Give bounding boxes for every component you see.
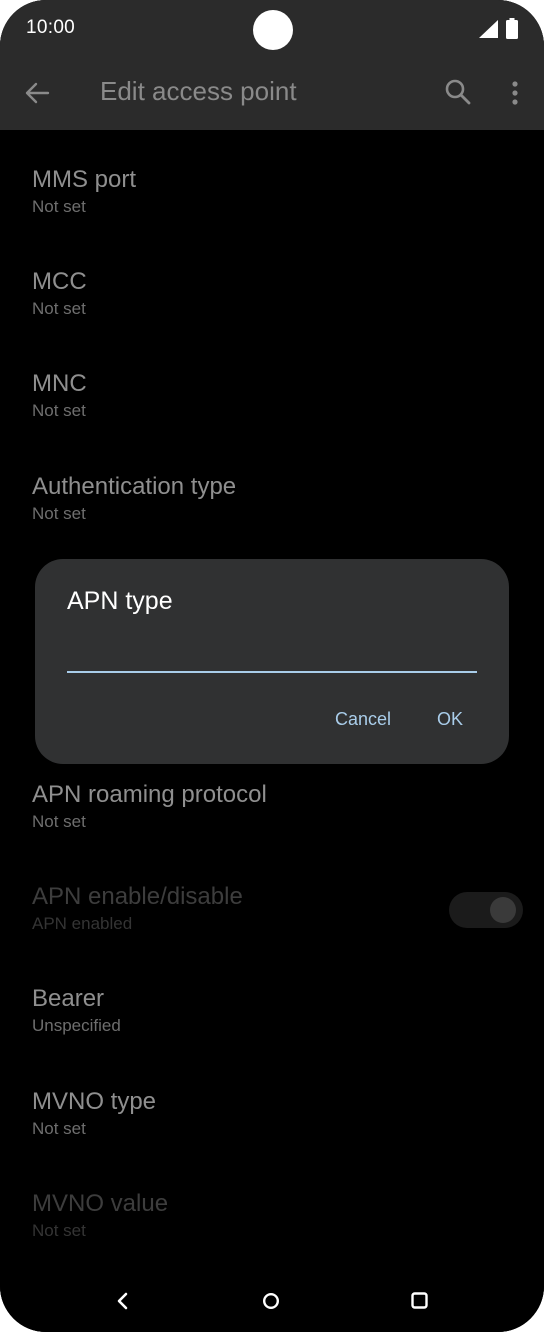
pref-apn-enable-disable[interactable]: APN enable/disable APN enabled <box>32 883 243 934</box>
search-icon[interactable] <box>444 78 472 106</box>
page-title: Edit access point <box>100 76 297 106</box>
pref-summary: APN enabled <box>32 914 133 933</box>
pref-title: APN roaming protocol <box>32 781 267 808</box>
navigation-bar <box>0 1270 544 1332</box>
pref-summary: Not set <box>32 1221 86 1240</box>
pref-mvno-type[interactable]: MVNO type Not set <box>32 1088 156 1139</box>
nav-back-icon[interactable] <box>115 1291 131 1311</box>
pref-mcc[interactable]: MCC Not set <box>32 268 87 319</box>
pref-mvno-value[interactable]: MVNO value Not set <box>32 1190 168 1241</box>
screen: 10:00 Edit access point MMS port Not set… <box>0 0 544 1332</box>
pref-summary: Not set <box>32 1119 86 1138</box>
phone-frame: 10:00 Edit access point MMS port Not set… <box>0 0 544 1332</box>
more-vert-icon[interactable] <box>506 79 524 107</box>
signal-icon <box>479 20 498 38</box>
pref-bearer[interactable]: Bearer Unspecified <box>32 985 121 1036</box>
pref-title: MVNO type <box>32 1088 157 1115</box>
pref-authentication-type[interactable]: Authentication type Not set <box>32 473 236 524</box>
nav-recents-icon[interactable] <box>411 1292 428 1309</box>
pref-summary: Unspecified <box>32 1016 121 1035</box>
toggle-thumb <box>490 897 516 923</box>
nav-home-icon[interactable] <box>262 1292 280 1310</box>
app-bar: Edit access point <box>0 58 544 130</box>
back-arrow-icon[interactable] <box>24 80 50 106</box>
battery-icon <box>506 18 518 39</box>
pref-summary: Not set <box>32 504 86 523</box>
pref-apn-roaming-protocol[interactable]: APN roaming protocol Not set <box>32 781 267 832</box>
pref-mms-port[interactable]: MMS port Not set <box>32 166 136 217</box>
apn-type-input[interactable] <box>67 637 477 673</box>
status-time: 10:00 <box>26 17 76 38</box>
pref-title: MMS port <box>32 166 137 193</box>
pref-summary: Not set <box>32 401 86 420</box>
pref-title: Authentication type <box>32 473 237 500</box>
dialog-title: APN type <box>67 587 173 615</box>
pref-summary: Not set <box>32 197 86 216</box>
pref-title: Bearer <box>32 985 105 1012</box>
ok-button[interactable]: OK <box>437 709 463 730</box>
pref-summary: Not set <box>32 299 86 318</box>
pref-title: MVNO value <box>32 1190 169 1217</box>
apn-type-dialog: APN type Cancel OK <box>35 559 509 764</box>
pref-title: MCC <box>32 268 87 295</box>
pref-title: MNC <box>32 370 87 397</box>
status-bar: 10:00 <box>0 0 544 58</box>
pref-title: APN enable/disable <box>32 883 243 910</box>
pref-summary: Not set <box>32 812 86 831</box>
cancel-button[interactable]: Cancel <box>335 709 391 730</box>
camera-cutout <box>253 10 293 50</box>
apn-enable-toggle[interactable] <box>449 892 523 928</box>
pref-mnc[interactable]: MNC Not set <box>32 370 87 421</box>
